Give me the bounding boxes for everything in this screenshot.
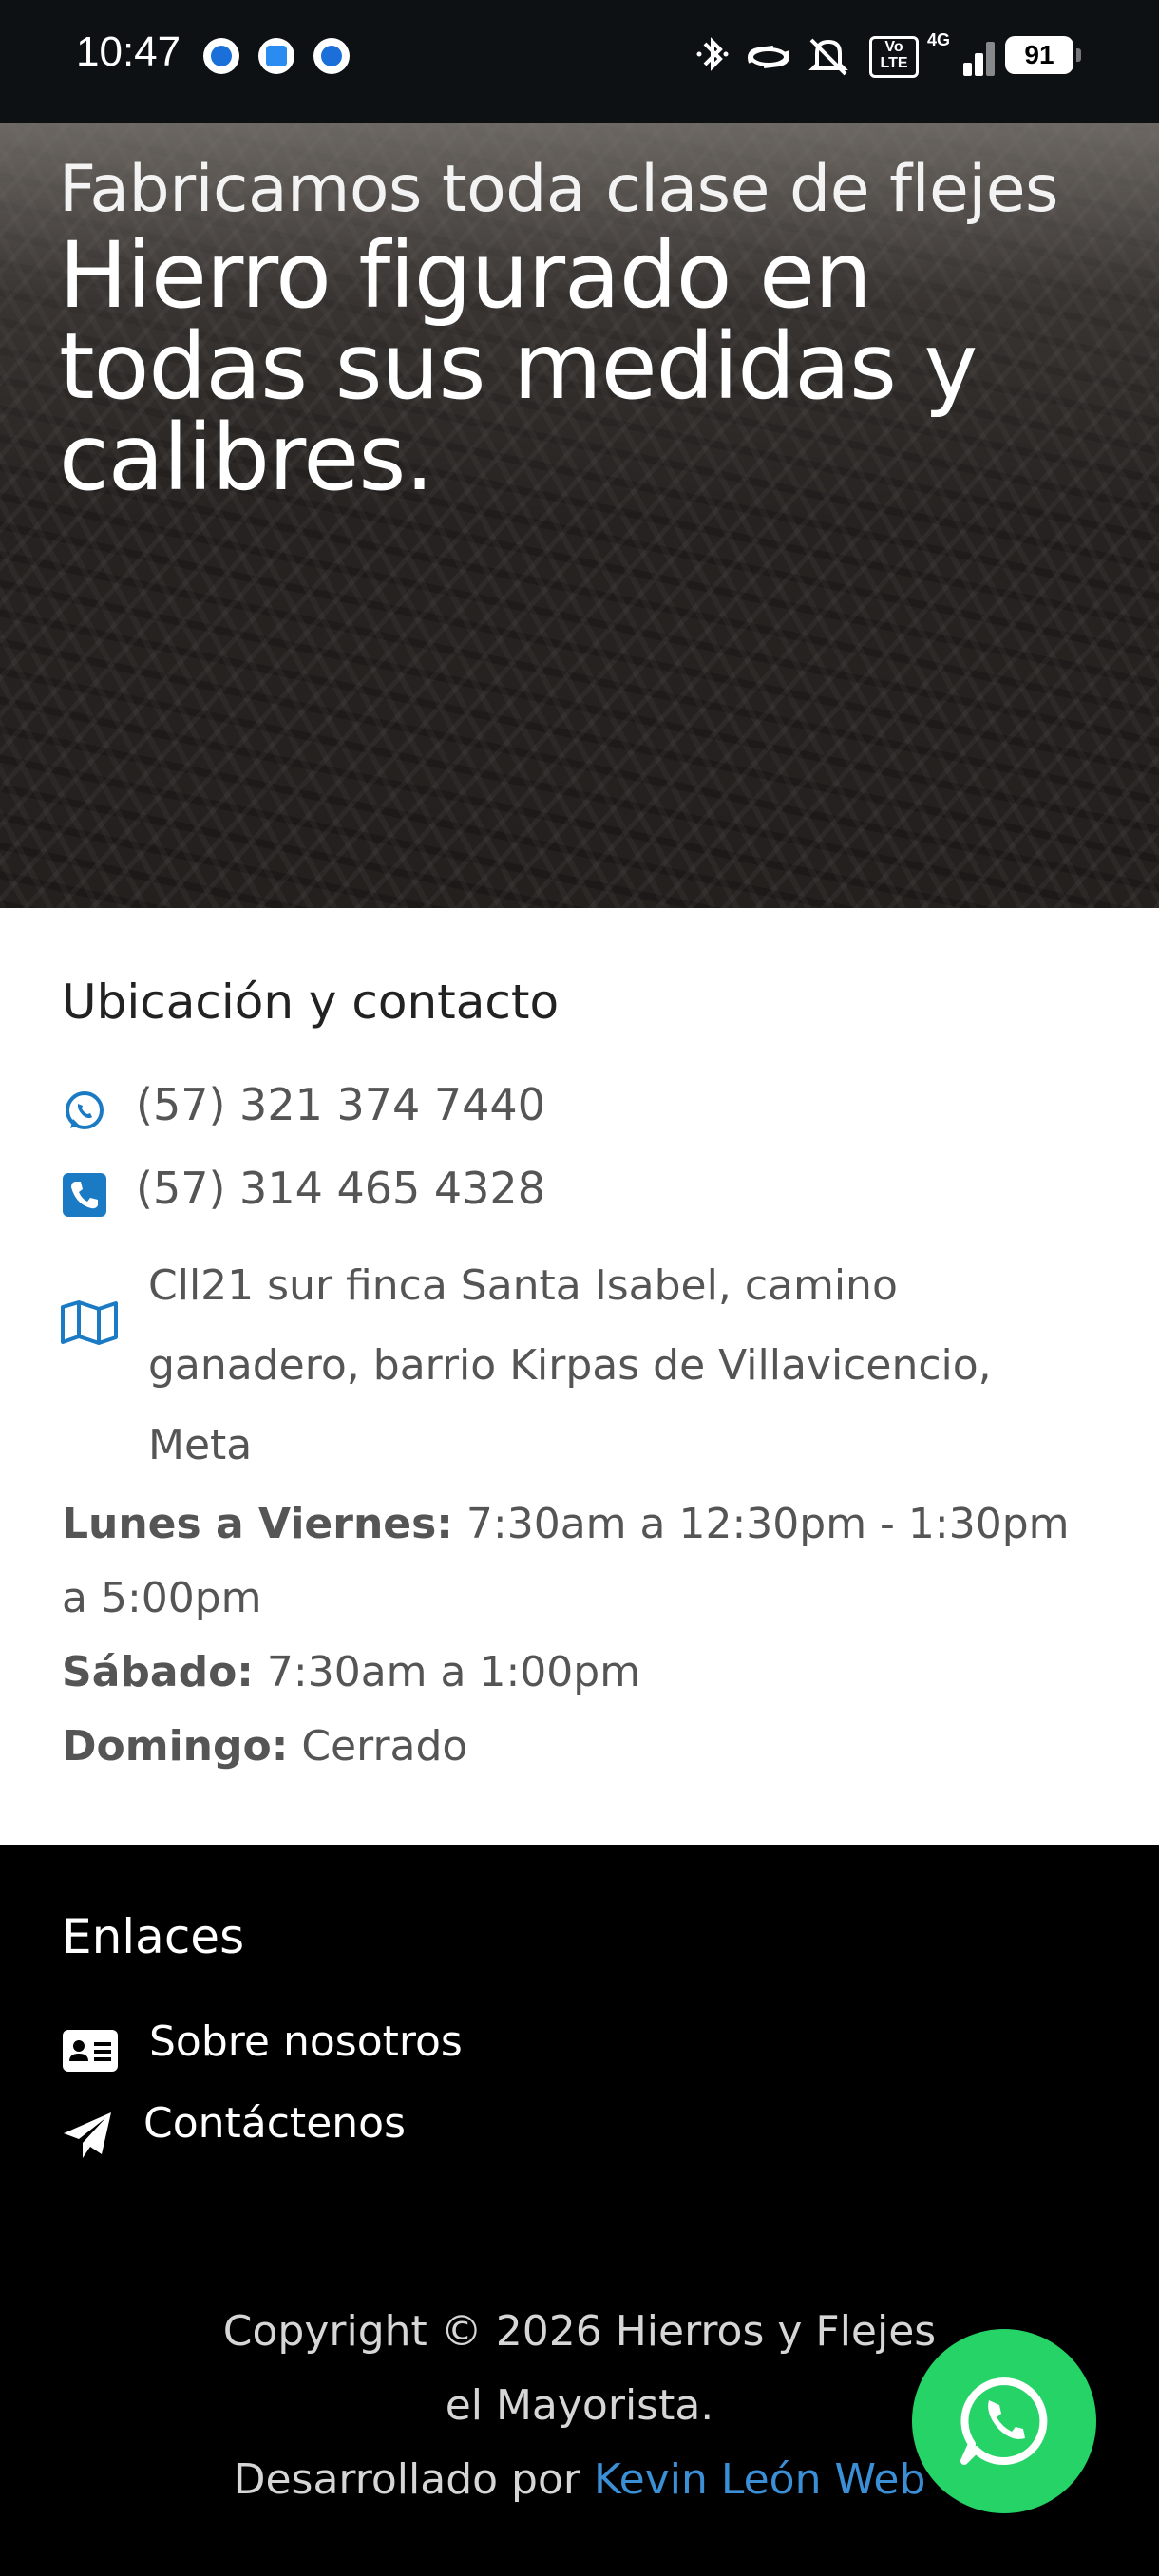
address-text[interactable]: Cll21 sur finca Santa Isabel, camino gan… (148, 1246, 1098, 1486)
battery-indicator: 91 (1005, 36, 1081, 74)
hero-subtitle: Fabricamos toda clase de flejes (59, 152, 1058, 227)
app-notification-icon (258, 38, 294, 74)
messages-notification-icon (203, 38, 239, 74)
phone-notification-icon (314, 38, 350, 74)
volte-indicator: Vo LTE (869, 36, 919, 78)
hours-sunday: Domingo: Cerrado (62, 1710, 1088, 1784)
links-title: Enlaces (62, 1909, 245, 1964)
business-hours: Lunes a Viernes: 7:30am a 12:30pm - 1:30… (62, 1487, 1088, 1784)
paper-plane-icon (64, 2112, 111, 2158)
bluetooth-icon (696, 37, 729, 71)
status-time: 10:47 (76, 28, 181, 75)
hours-weekdays: Lunes a Viernes: 7:30am a 12:30pm - 1:30… (62, 1487, 1088, 1636)
saturday-value: 7:30am a 1:00pm (266, 1648, 641, 1696)
about-us-label: Sobre nosotros (149, 2017, 463, 2066)
link-icon (748, 46, 789, 68)
phone-icon (63, 1173, 106, 1217)
whatsapp-number: (57) 321 374 7440 (136, 1079, 545, 1130)
sunday-value: Cerrado (301, 1722, 468, 1771)
about-us-link[interactable]: Sobre nosotros (62, 2017, 537, 2074)
hero-banner: Fabricamos toda clase de flejes Hierro f… (0, 123, 1159, 908)
weekdays-label: Lunes a Viernes: (62, 1500, 453, 1548)
contact-us-link[interactable]: Contáctenos (62, 2099, 537, 2158)
developer-link[interactable]: Kevin León Web (594, 2455, 925, 2504)
status-bar: 10:47 Vo LTE 4G 91 (0, 0, 1159, 123)
phone-contact[interactable]: (57) 314 465 4328 (62, 1163, 1012, 1220)
whatsapp-float-button[interactable] (912, 2329, 1096, 2513)
whatsapp-icon (960, 2377, 1048, 2465)
sunday-label: Domingo: (62, 1722, 289, 1771)
whatsapp-contact[interactable]: (57) 321 374 7440 (62, 1079, 1012, 1136)
whatsapp-icon (66, 1091, 104, 1129)
phone-number: (57) 314 465 4328 (136, 1163, 545, 1214)
saturday-label: Sábado: (62, 1648, 254, 1696)
contact-title: Ubicación y contacto (62, 975, 560, 1030)
signal-icon (946, 38, 995, 76)
hero-title: Hierro figurado en todas sus medidas y c… (59, 222, 978, 511)
mute-icon (808, 38, 848, 76)
copyright-text: Copyright © 2026 Hierros y Flejes el May… (222, 2307, 937, 2430)
id-card-icon (63, 2030, 118, 2072)
contact-section: Ubicación y contacto (57) 321 374 7440 (… (0, 908, 1159, 1845)
contact-us-label: Contáctenos (143, 2099, 406, 2148)
hours-saturday: Sábado: 7:30am a 1:00pm (62, 1636, 1088, 1710)
map-icon (61, 1300, 118, 1345)
developed-by-label: Desarrollado por (233, 2455, 580, 2504)
